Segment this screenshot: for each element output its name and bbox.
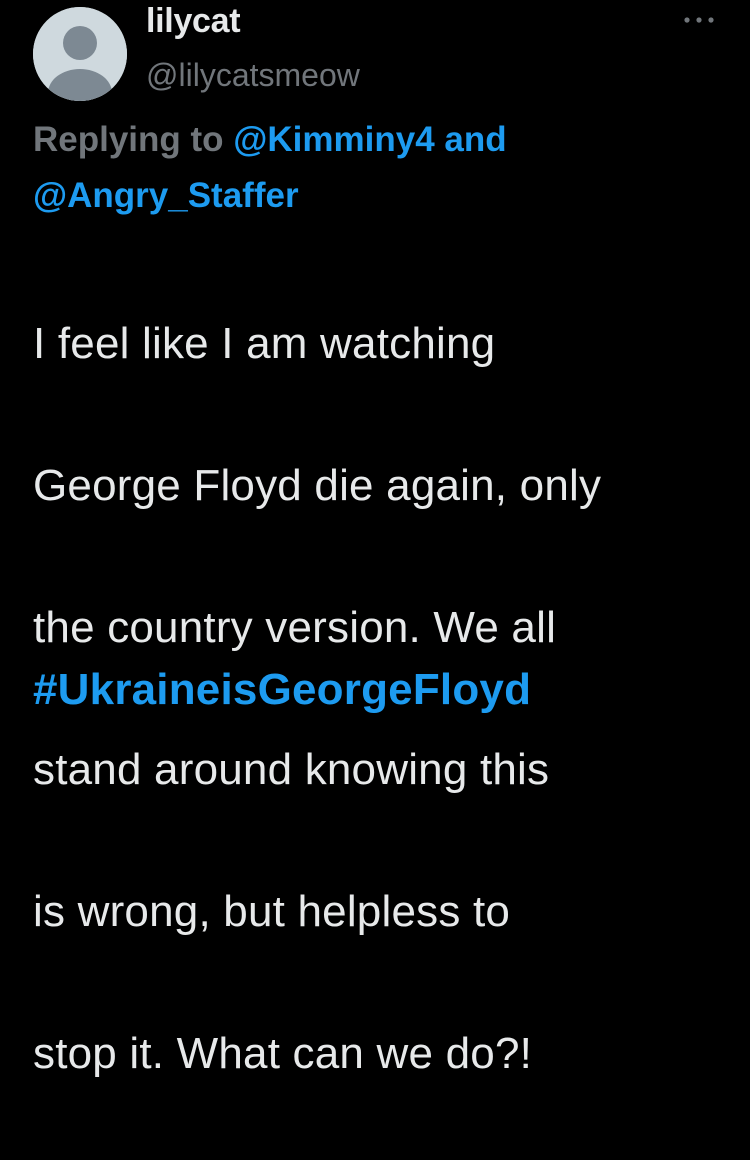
reply-context: Replying to @Kimminy4 and @Angry_Staffer <box>33 112 723 224</box>
more-options-button[interactable] <box>681 12 717 28</box>
hashtag-link[interactable]: #UkraineisGeorgeFloyd <box>33 654 531 725</box>
tweet-text-line: stand around knowing this <box>33 745 550 794</box>
mention-link-angry-staffer[interactable]: @Angry_Staffer <box>33 176 299 215</box>
default-avatar-icon <box>33 7 127 101</box>
tweet-card: lilycat @lilycatsmeow Replying to @Kimmi… <box>0 0 750 1078</box>
reply-prefix: Replying to <box>33 120 234 159</box>
tweet-text-line: is wrong, but helpless to <box>33 887 511 936</box>
tweet-text-line: I feel like I am watching <box>33 319 496 368</box>
author-handle[interactable]: @lilycatsmeow <box>146 55 360 95</box>
author-display-name[interactable]: lilycat <box>146 0 241 42</box>
mention-link-kimminy4[interactable]: @Kimminy4 <box>233 120 434 159</box>
tweet-text-line: the country version. We all <box>33 603 557 652</box>
more-dots-icon <box>684 17 714 23</box>
tweet-text-line: stop it. What can we do?! <box>33 1029 533 1078</box>
mention-joiner: and <box>434 120 507 159</box>
avatar[interactable] <box>33 7 127 101</box>
tweet-text-line: George Floyd die again, only <box>33 461 602 510</box>
